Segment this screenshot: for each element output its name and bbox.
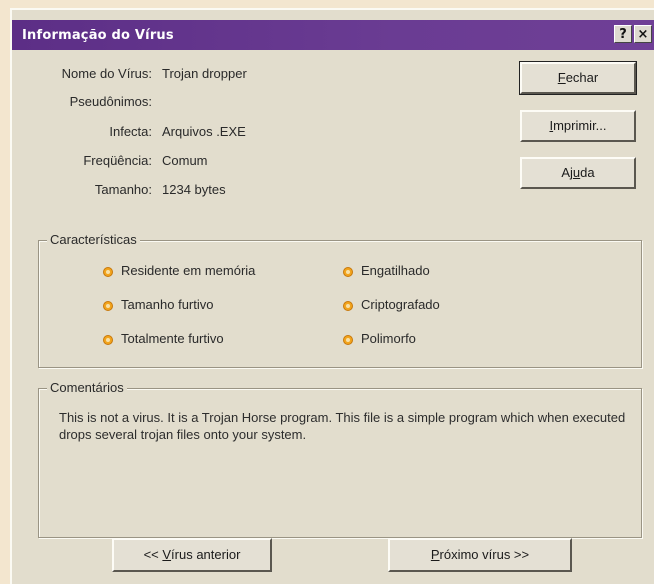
next-virus-button[interactable]: Próximo vírus >>: [388, 538, 572, 572]
feature-full-stealth: Totalmente furtivo: [121, 331, 224, 346]
bullet-icon: [343, 335, 353, 345]
characteristics-group: Características Residente em memória Tam…: [38, 232, 642, 368]
bullet-icon: [103, 301, 113, 311]
close-window-button[interactable]: ×: [634, 25, 652, 43]
infects-label: Infecta:: [109, 124, 152, 139]
comments-label: Comentários: [47, 380, 127, 395]
virus-name-label: Nome do Vírus:: [61, 66, 152, 81]
prev-button-rest: írus anterior: [171, 547, 241, 562]
title-bar[interactable]: Informação do Vírus ? ×: [12, 20, 654, 50]
feature-resident: Residente em memória: [121, 263, 256, 278]
feature-triggered: Engatilhado: [361, 263, 430, 278]
feature-size-stealth: Tamanho furtivo: [121, 297, 214, 312]
size-value: 1234 bytes: [162, 182, 226, 197]
bullet-icon: [343, 301, 353, 311]
close-button-rest: echar: [565, 70, 599, 85]
close-button-accel: F: [557, 70, 566, 85]
virus-name-value: Trojan dropper: [162, 66, 247, 81]
bullet-icon: [103, 267, 113, 277]
size-label: Tamanho:: [94, 182, 152, 197]
infects-value: Arquivos .EXE: [162, 124, 246, 139]
help-button[interactable]: ?: [614, 25, 632, 43]
bullet-icon: [343, 267, 353, 277]
help-dialog-button[interactable]: Ajuda: [520, 157, 636, 189]
help-button-rest: da: [580, 165, 595, 180]
print-button-rest: mprimir...: [553, 118, 607, 133]
frequency-value: Comum: [162, 153, 208, 168]
close-button[interactable]: Fechar: [519, 61, 637, 95]
comments-group: Comentários This is not a virus. It is a…: [38, 380, 642, 538]
virus-info-dialog: Informação do Vírus ? × Nome do Vírus: T…: [10, 8, 654, 584]
comments-text: This is not a virus. It is a Trojan Hors…: [59, 410, 626, 442]
aliases-label: Pseudônimos:: [69, 94, 152, 109]
frequency-label: Freqüência:: [83, 153, 152, 168]
bullet-icon: [103, 335, 113, 345]
prev-button-prefix: <<: [143, 547, 163, 562]
next-button-accel: P: [430, 547, 440, 562]
previous-virus-button[interactable]: << Vírus anterior: [112, 538, 272, 572]
feature-encrypted: Criptografado: [361, 297, 440, 312]
characteristics-label: Características: [47, 232, 140, 247]
print-button[interactable]: Imprimir...: [520, 110, 636, 142]
dialog-title: Informação do Vírus: [22, 28, 174, 43]
help-button-prefix: Aj: [561, 165, 573, 180]
prev-button-accel: V: [162, 547, 172, 562]
feature-polymorphic: Polimorfo: [361, 331, 416, 346]
next-button-rest: róximo vírus >>: [439, 547, 530, 562]
